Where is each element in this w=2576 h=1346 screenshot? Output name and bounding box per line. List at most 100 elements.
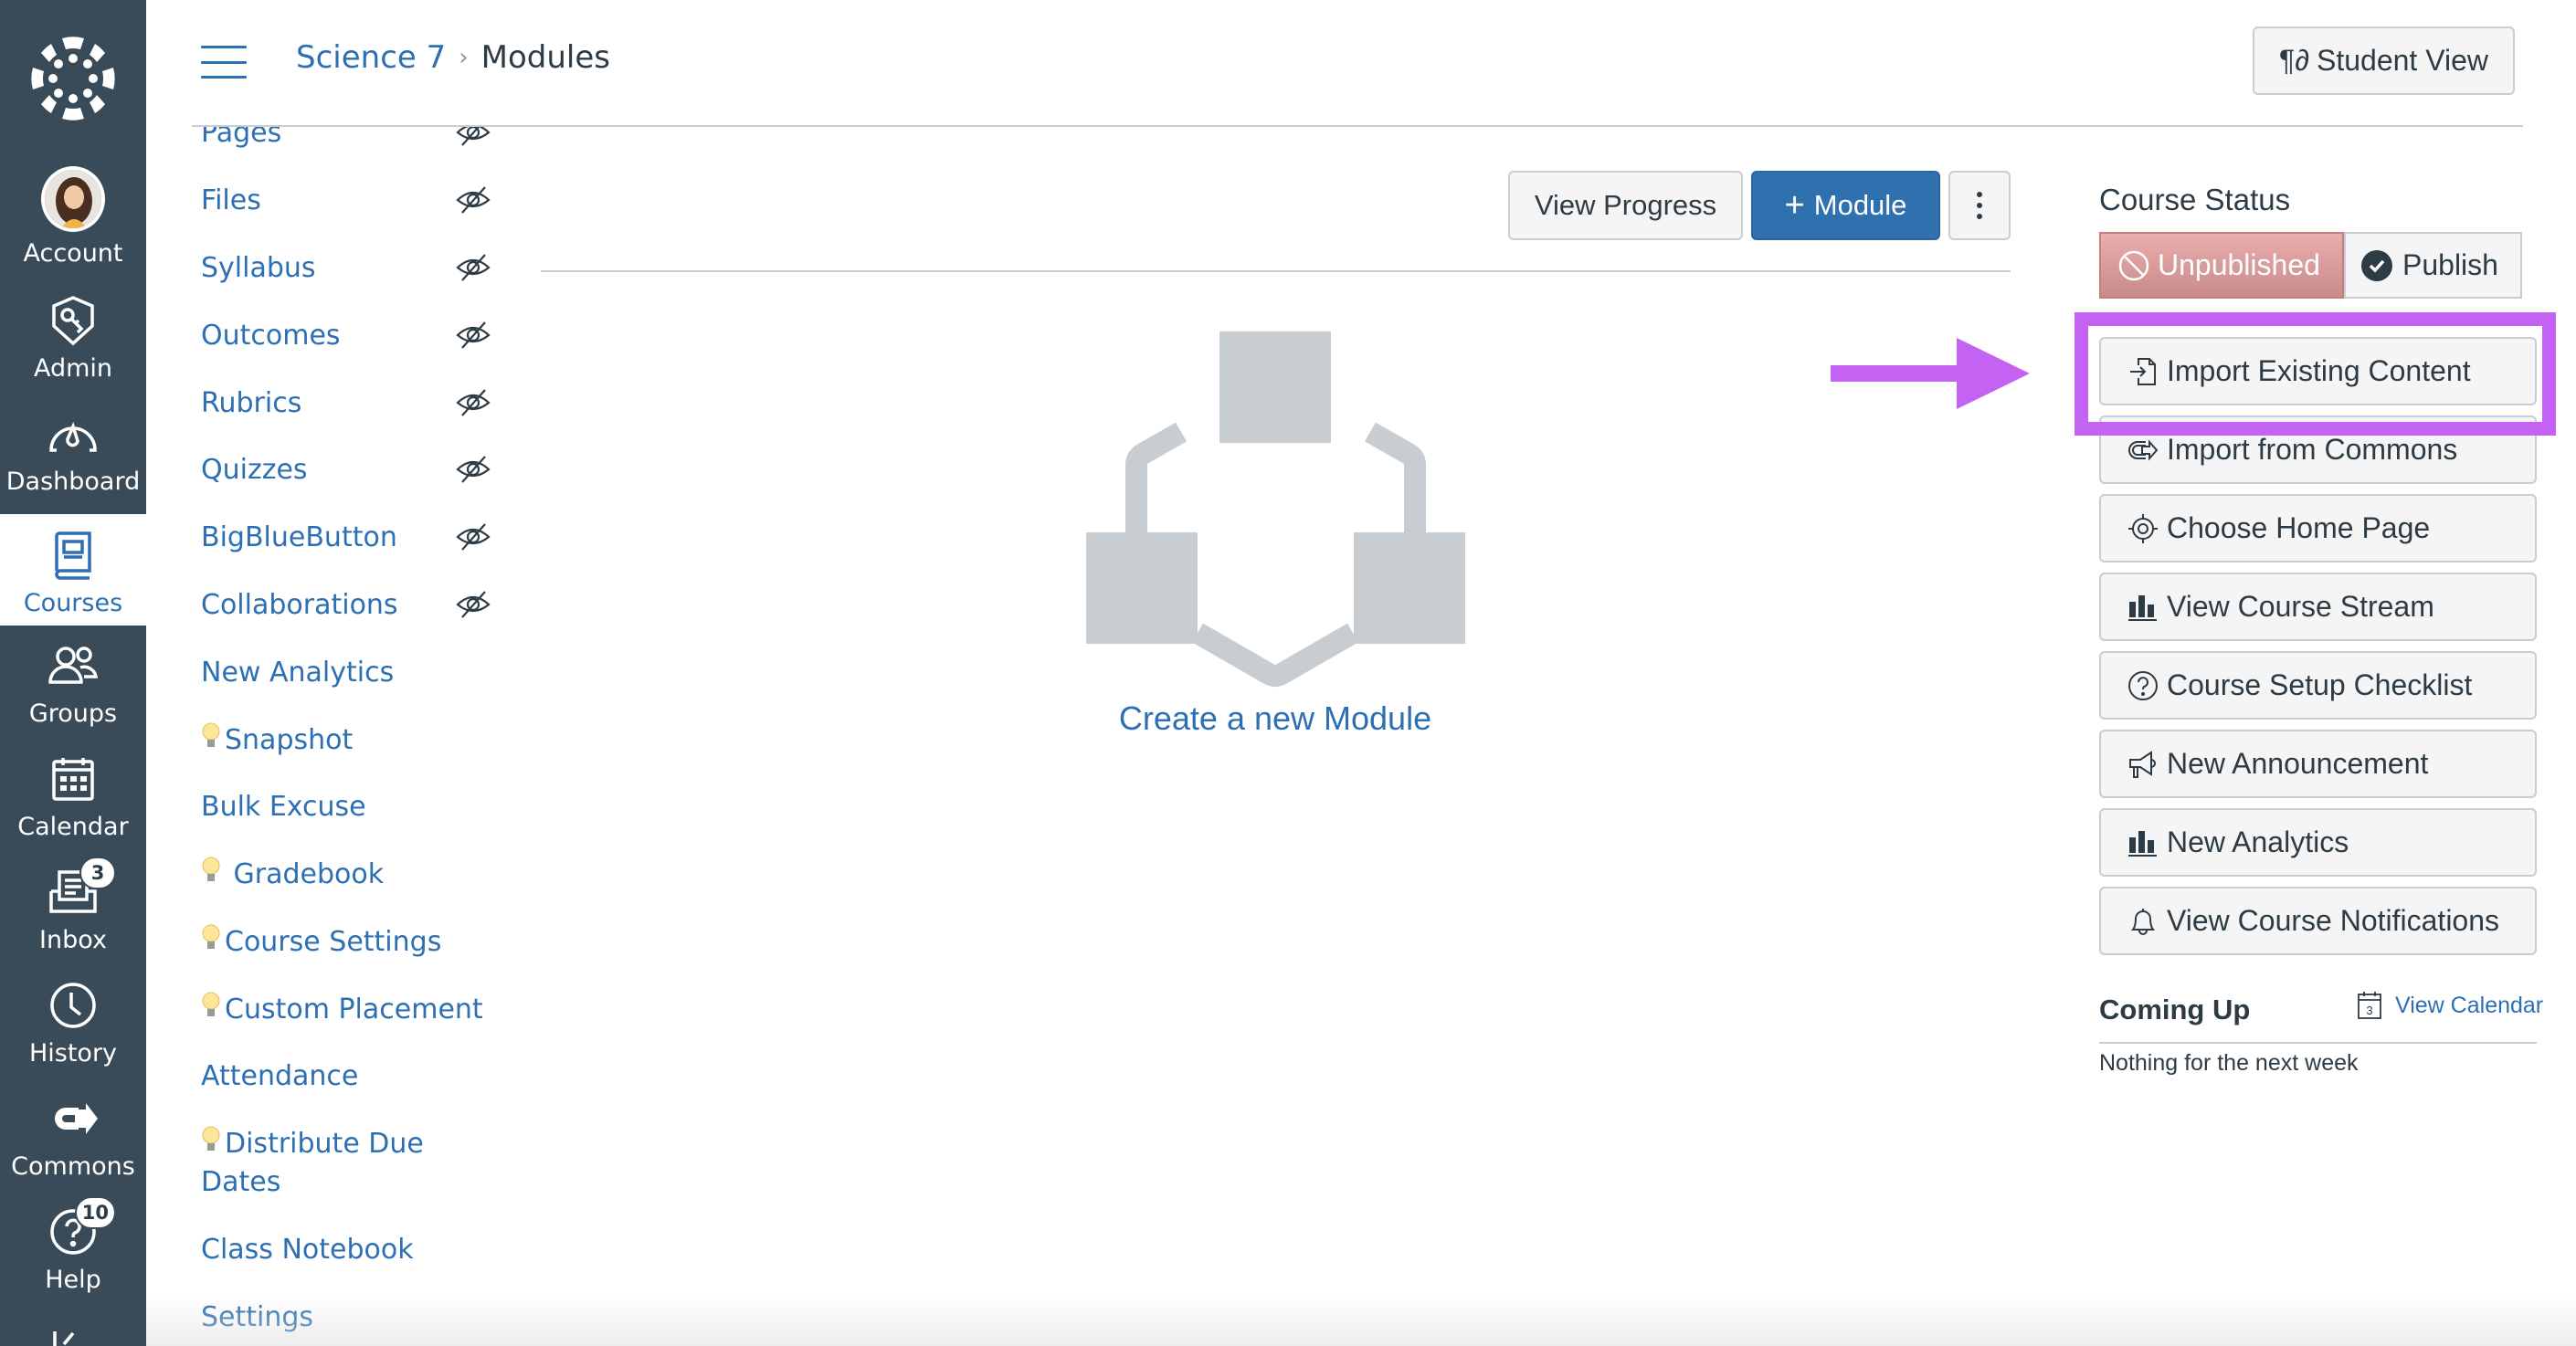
- view-progress-label: View Progress: [1534, 189, 1717, 221]
- global-nav-label: Groups: [28, 699, 118, 728]
- unpublished-label: Unpublished: [2158, 248, 2320, 281]
- course-nav-files[interactable]: Files: [201, 182, 493, 220]
- global-nav-dashboard[interactable]: Dashboard: [0, 404, 146, 515]
- global-nav-courses[interactable]: Courses: [0, 514, 146, 626]
- avatar: [41, 166, 105, 232]
- course-nav-attendance[interactable]: Attendance: [201, 1057, 493, 1096]
- course-nav-pages[interactable]: Pages: [201, 127, 493, 152]
- canvas-logo[interactable]: [26, 31, 121, 126]
- course-nav-label: New Analytics: [201, 657, 395, 689]
- global-nav-label: Commons: [11, 1152, 135, 1181]
- hidden-eye-icon: [456, 591, 491, 618]
- course-nav-outcomes[interactable]: Outcomes: [201, 317, 493, 355]
- global-nav-label: Admin: [33, 354, 113, 383]
- modules-illustration-icon: [1086, 331, 1465, 687]
- course-nav-bigbluebutton[interactable]: BigBlueButton: [201, 519, 493, 557]
- global-nav: Account Admin Dashboard Courses Groups C…: [0, 0, 146, 1346]
- import-from-commons-button[interactable]: Import from Commons: [2099, 415, 2537, 484]
- view-calendar-link[interactable]: 3 View Calendar: [2357, 991, 2543, 1020]
- new-analytics-button[interactable]: New Analytics: [2099, 808, 2537, 877]
- choose-home-page-button[interactable]: Choose Home Page: [2099, 494, 2537, 563]
- create-module-link[interactable]: Create a new Module: [1047, 699, 1504, 738]
- global-nav-groups[interactable]: Groups: [0, 636, 146, 747]
- course-nav-settings[interactable]: Settings: [201, 1299, 493, 1337]
- course-nav-custom-placement[interactable]: Custom Placement: [201, 991, 493, 1029]
- view-calendar-label: View Calendar: [2395, 992, 2544, 1018]
- import-existing-content-button[interactable]: Import Existing Content: [2099, 337, 2537, 405]
- kebab-icon: [1977, 192, 1982, 219]
- coming-up-heading: Coming Up: [2099, 994, 2251, 1025]
- publish-button[interactable]: Publish: [2344, 232, 2522, 299]
- course-nav-label: Distribute Due: [225, 1128, 424, 1160]
- course-setup-checklist-button[interactable]: Course Setup Checklist: [2099, 651, 2537, 720]
- course-nav-label: Course Settings: [225, 926, 442, 958]
- button-label: View Course Stream: [2167, 590, 2434, 623]
- commons-icon: [55, 1103, 98, 1134]
- global-nav-commons[interactable]: Commons: [0, 1088, 146, 1200]
- global-nav-calendar[interactable]: Calendar: [0, 749, 146, 860]
- header-divider: [192, 125, 2523, 127]
- course-nav-label: Settings: [201, 1301, 314, 1333]
- course-nav-label: Outcomes: [201, 320, 341, 352]
- add-module-button[interactable]: + Module: [1751, 171, 1940, 240]
- student-view-button[interactable]: ¶∂ Student View: [2253, 26, 2515, 95]
- course-nav-label: Snapshot: [225, 724, 354, 756]
- course-nav-class-notebook[interactable]: Class Notebook: [201, 1231, 493, 1269]
- course-nav-snapshot[interactable]: Snapshot: [201, 721, 493, 760]
- lightbulb-icon: [202, 1126, 220, 1151]
- calendar-icon: 3: [2358, 992, 2381, 1019]
- groups-icon: [48, 647, 99, 684]
- lightbulb-icon: [202, 722, 220, 747]
- more-options-button[interactable]: [1948, 171, 2011, 240]
- course-nav-new-analytics[interactable]: New Analytics: [201, 654, 493, 692]
- button-label: Import Existing Content: [2167, 354, 2471, 387]
- course-nav-label: Attendance: [201, 1060, 359, 1092]
- unpublished-button[interactable]: Unpublished: [2099, 232, 2344, 299]
- hidden-eye-icon: [456, 389, 491, 416]
- clock-icon: [50, 983, 96, 1028]
- course-menu-toggle[interactable]: [201, 46, 247, 79]
- annotation-arrow-icon: [1831, 338, 2030, 409]
- lightbulb-icon: [202, 992, 220, 1016]
- course-nav-rubrics[interactable]: Rubrics: [201, 384, 493, 423]
- view-progress-button[interactable]: View Progress: [1508, 171, 1743, 240]
- course-nav-course-settings[interactable]: Course Settings: [201, 923, 493, 962]
- dashboard-gauge-icon: [49, 421, 97, 452]
- courses-book-icon: [55, 531, 91, 580]
- course-nav-label: Class Notebook: [201, 1234, 414, 1266]
- coming-up-divider: [2099, 1042, 2537, 1044]
- commons-icon: [2127, 434, 2159, 467]
- global-nav-history[interactable]: History: [0, 975, 146, 1087]
- global-nav-account[interactable]: Account: [0, 163, 146, 274]
- button-label: View Course Notifications: [2167, 904, 2500, 937]
- button-label: New Announcement: [2167, 747, 2429, 780]
- question-circle-icon: [2127, 669, 2159, 702]
- collapse-nav-icon[interactable]: [49, 1331, 86, 1346]
- global-nav-label: Courses: [23, 589, 123, 617]
- course-nav-label: Bulk Excuse: [201, 791, 366, 823]
- global-nav-help[interactable]: 10 Help: [0, 1196, 146, 1313]
- course-nav-bulk-excuse[interactable]: Bulk Excuse: [201, 788, 493, 826]
- view-course-stream-button[interactable]: View Course Stream: [2099, 573, 2537, 641]
- course-nav-label: Quizzes: [201, 454, 308, 486]
- breadcrumb-course[interactable]: Science 7: [296, 37, 446, 79]
- global-nav-admin[interactable]: Admin: [0, 290, 146, 402]
- global-nav-label: Account: [23, 239, 123, 268]
- publish-label: Publish: [2402, 248, 2498, 281]
- lightbulb-icon: [202, 857, 220, 881]
- new-announcement-button[interactable]: New Announcement: [2099, 730, 2537, 798]
- help-badge: 10: [74, 1196, 116, 1229]
- hidden-eye-icon: [456, 127, 491, 146]
- target-icon: [2127, 512, 2159, 545]
- view-course-notifications-button[interactable]: View Course Notifications: [2099, 887, 2537, 955]
- course-nav-collaborations[interactable]: Collaborations: [201, 586, 493, 625]
- bell-icon: [2127, 905, 2159, 938]
- course-nav-gradebook[interactable]: Gradebook: [201, 856, 493, 894]
- global-nav-inbox[interactable]: 3 Inbox: [0, 857, 146, 973]
- student-view-label: Student View: [2317, 44, 2488, 77]
- hidden-eye-icon: [456, 321, 491, 349]
- course-nav-distribute-due-dates[interactable]: Distribute Due Dates: [201, 1125, 493, 1202]
- course-nav-label: Syllabus: [201, 252, 316, 284]
- course-nav-syllabus[interactable]: Syllabus: [201, 249, 493, 288]
- course-nav-quizzes[interactable]: Quizzes: [201, 451, 493, 489]
